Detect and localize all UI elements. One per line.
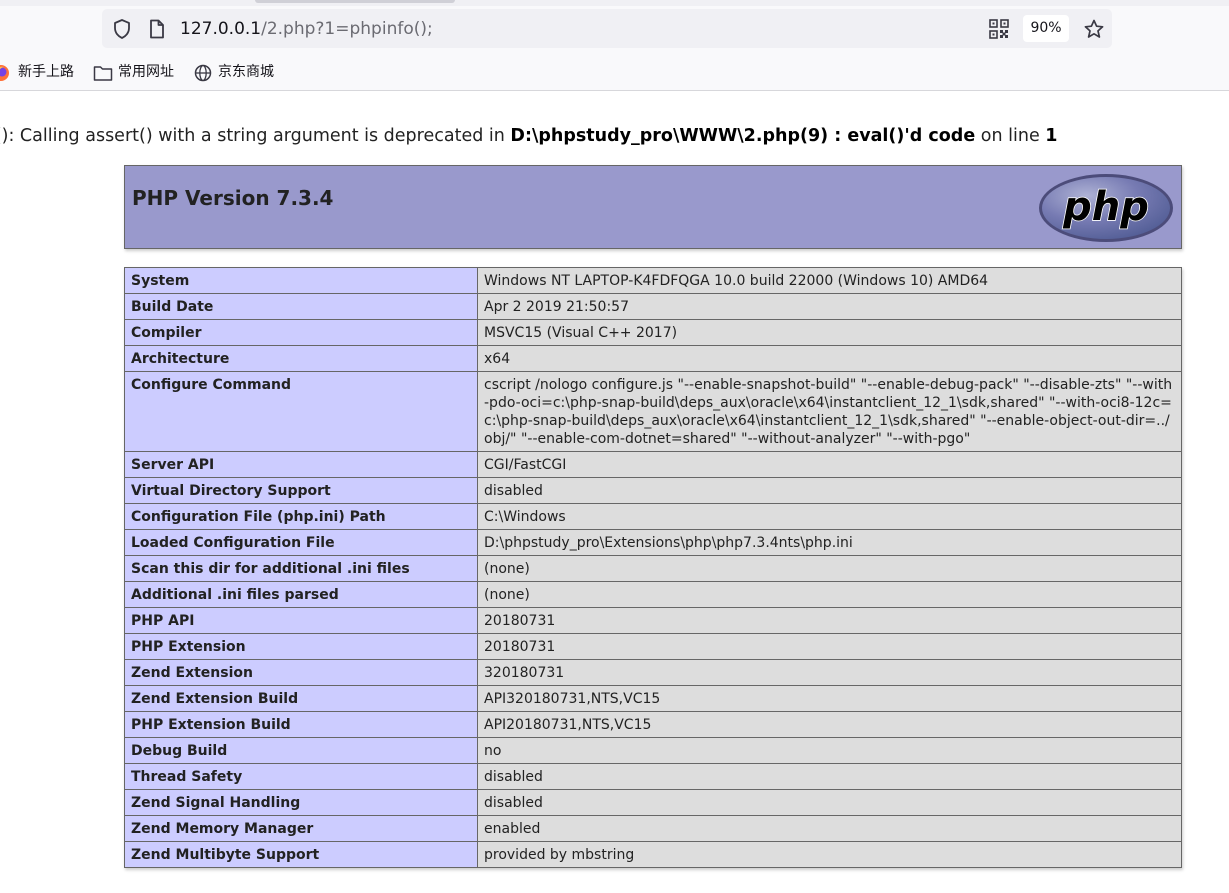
- row-key: Additional .ini files parsed: [124, 581, 478, 608]
- bookmark-star-icon[interactable]: [1083, 18, 1105, 40]
- row-key: Zend Memory Manager: [124, 815, 478, 842]
- table-row: Build Date Apr 2 2019 21:50:57: [124, 293, 1182, 320]
- row-key: Loaded Configuration File: [124, 529, 478, 556]
- warning-text: ert(): Calling assert() with a string ar…: [0, 126, 511, 146]
- bookmark-label: 新手上路: [18, 64, 74, 80]
- url-text[interactable]: 127.0.0.1/2.php?1=phpinfo();: [180, 18, 433, 40]
- table-row: Zend Memory Manager enabled: [124, 815, 1182, 842]
- row-key: Thread Safety: [124, 763, 478, 790]
- row-key: Compiler: [124, 319, 478, 346]
- page-icon[interactable]: [146, 18, 168, 40]
- table-row: Thread Safety disabled: [124, 763, 1182, 790]
- row-key: PHP Extension Build: [124, 711, 478, 738]
- qr-code-icon[interactable]: [988, 18, 1010, 40]
- table-row: Zend Signal Handling disabled: [124, 789, 1182, 816]
- row-key: Configure Command: [124, 371, 478, 452]
- folder-icon: [93, 66, 113, 81]
- row-value: cscript /nologo configure.js "--enable-s…: [477, 371, 1182, 452]
- table-row: PHP API 20180731: [124, 607, 1182, 634]
- url-path: /2.php?1=phpinfo();: [261, 19, 433, 39]
- row-key: Zend Multibyte Support: [124, 841, 478, 868]
- globe-icon: [194, 64, 212, 82]
- table-row: Loaded Configuration File D:\phpstudy_pro…: [124, 529, 1182, 556]
- url-host: 127.0.0.1: [180, 19, 262, 39]
- row-value: disabled: [477, 763, 1182, 790]
- row-value: enabled: [477, 815, 1182, 842]
- php-logo[interactable]: php: [1037, 172, 1175, 244]
- row-value: MSVC15 (Visual C++ 2017): [477, 319, 1182, 346]
- deprecation-warning: ert(): Calling assert() with a string ar…: [0, 124, 1057, 148]
- table-row: Zend Extension Build API320180731,NTS,VC1…: [124, 685, 1182, 712]
- row-key: Zend Extension: [124, 659, 478, 686]
- table-row: Server API CGI/FastCGI: [124, 451, 1182, 478]
- warning-file: D:\phpstudy_pro\WWW\2.php(9) : eval()'d …: [510, 126, 976, 146]
- row-key: Architecture: [124, 345, 478, 372]
- table-row: System Windows NT LAPTOP-K4FDFQGA 10.0 bu…: [124, 267, 1182, 294]
- table-row: PHP Extension Build API20180731,NTS,VC15: [124, 711, 1182, 738]
- row-value: CGI/FastCGI: [477, 451, 1182, 478]
- row-key: PHP API: [124, 607, 478, 634]
- table-row: Architecture x64: [124, 345, 1182, 372]
- active-tab-edge[interactable]: [255, 0, 455, 3]
- row-key: System: [124, 267, 478, 294]
- row-value: Apr 2 2019 21:50:57: [477, 293, 1182, 320]
- bookmark-label: 京东商城: [218, 64, 274, 80]
- row-key: Build Date: [124, 293, 478, 320]
- table-row: Configuration File (php.ini) Path C:\Wind…: [124, 503, 1182, 530]
- row-value: 20180731: [477, 607, 1182, 634]
- table-row: Additional .ini files parsed (none): [124, 581, 1182, 608]
- table-row: Virtual Directory Support disabled: [124, 477, 1182, 504]
- bookmarks-toolbar: 新手上路 常用网址 京东商城: [0, 56, 1229, 86]
- row-key: Scan this dir for additional .ini files: [124, 555, 478, 582]
- tab-strip: [0, 0, 1229, 6]
- row-key: Configuration File (php.ini) Path: [124, 503, 478, 530]
- row-key: Debug Build: [124, 737, 478, 764]
- php-logo-text: php: [1062, 184, 1149, 230]
- row-key: Zend Extension Build: [124, 685, 478, 712]
- row-value: x64: [477, 345, 1182, 372]
- row-value: API320180731,NTS,VC15: [477, 685, 1182, 712]
- row-key: PHP Extension: [124, 633, 478, 660]
- row-value: disabled: [477, 477, 1182, 504]
- firefox-icon: [0, 65, 9, 81]
- phpinfo-table: System Windows NT LAPTOP-K4FDFQGA 10.0 bu…: [124, 267, 1182, 868]
- row-value: D:\phpstudy_pro\Extensions\php\php7.3.4n…: [477, 529, 1182, 556]
- row-value: 20180731: [477, 633, 1182, 660]
- shield-icon[interactable]: [111, 18, 133, 40]
- row-value: (none): [477, 555, 1182, 582]
- table-row: Zend Extension 320180731: [124, 659, 1182, 686]
- zoom-level-badge[interactable]: 90%: [1023, 15, 1069, 42]
- table-row: Compiler MSVC15 (Visual C++ 2017): [124, 319, 1182, 346]
- row-key: Virtual Directory Support: [124, 477, 478, 504]
- row-key: Zend Signal Handling: [124, 789, 478, 816]
- table-row: Zend Multibyte Support provided by mbstri…: [124, 841, 1182, 868]
- warning-line: 1: [1045, 126, 1058, 146]
- row-value: provided by mbstring: [477, 841, 1182, 868]
- row-value: 320180731: [477, 659, 1182, 686]
- phpinfo-header: PHP Version 7.3.4 php: [124, 165, 1182, 249]
- row-value: C:\Windows: [477, 503, 1182, 530]
- row-value: Windows NT LAPTOP-K4FDFQGA 10.0 build 22…: [477, 267, 1182, 294]
- table-row: PHP Extension 20180731: [124, 633, 1182, 660]
- warning-middle: on line: [975, 126, 1046, 146]
- bookmark-label: 常用网址: [118, 64, 174, 80]
- row-value: API20180731,NTS,VC15: [477, 711, 1182, 738]
- row-value: (none): [477, 581, 1182, 608]
- table-row: Scan this dir for additional .ini files(…: [124, 555, 1182, 582]
- page-title: PHP Version 7.3.4: [132, 186, 334, 210]
- row-value: no: [477, 737, 1182, 764]
- table-row: Configure Command cscript /nologo configu…: [124, 371, 1182, 452]
- row-value: disabled: [477, 789, 1182, 816]
- row-key: Server API: [124, 451, 478, 478]
- table-row: Debug Build no: [124, 737, 1182, 764]
- browser-toolbar: 127.0.0.1/2.php?1=phpinfo(); 90% 新手上路 常用…: [0, 0, 1229, 91]
- address-bar[interactable]: 127.0.0.1/2.php?1=phpinfo(); 90%: [102, 9, 1112, 48]
